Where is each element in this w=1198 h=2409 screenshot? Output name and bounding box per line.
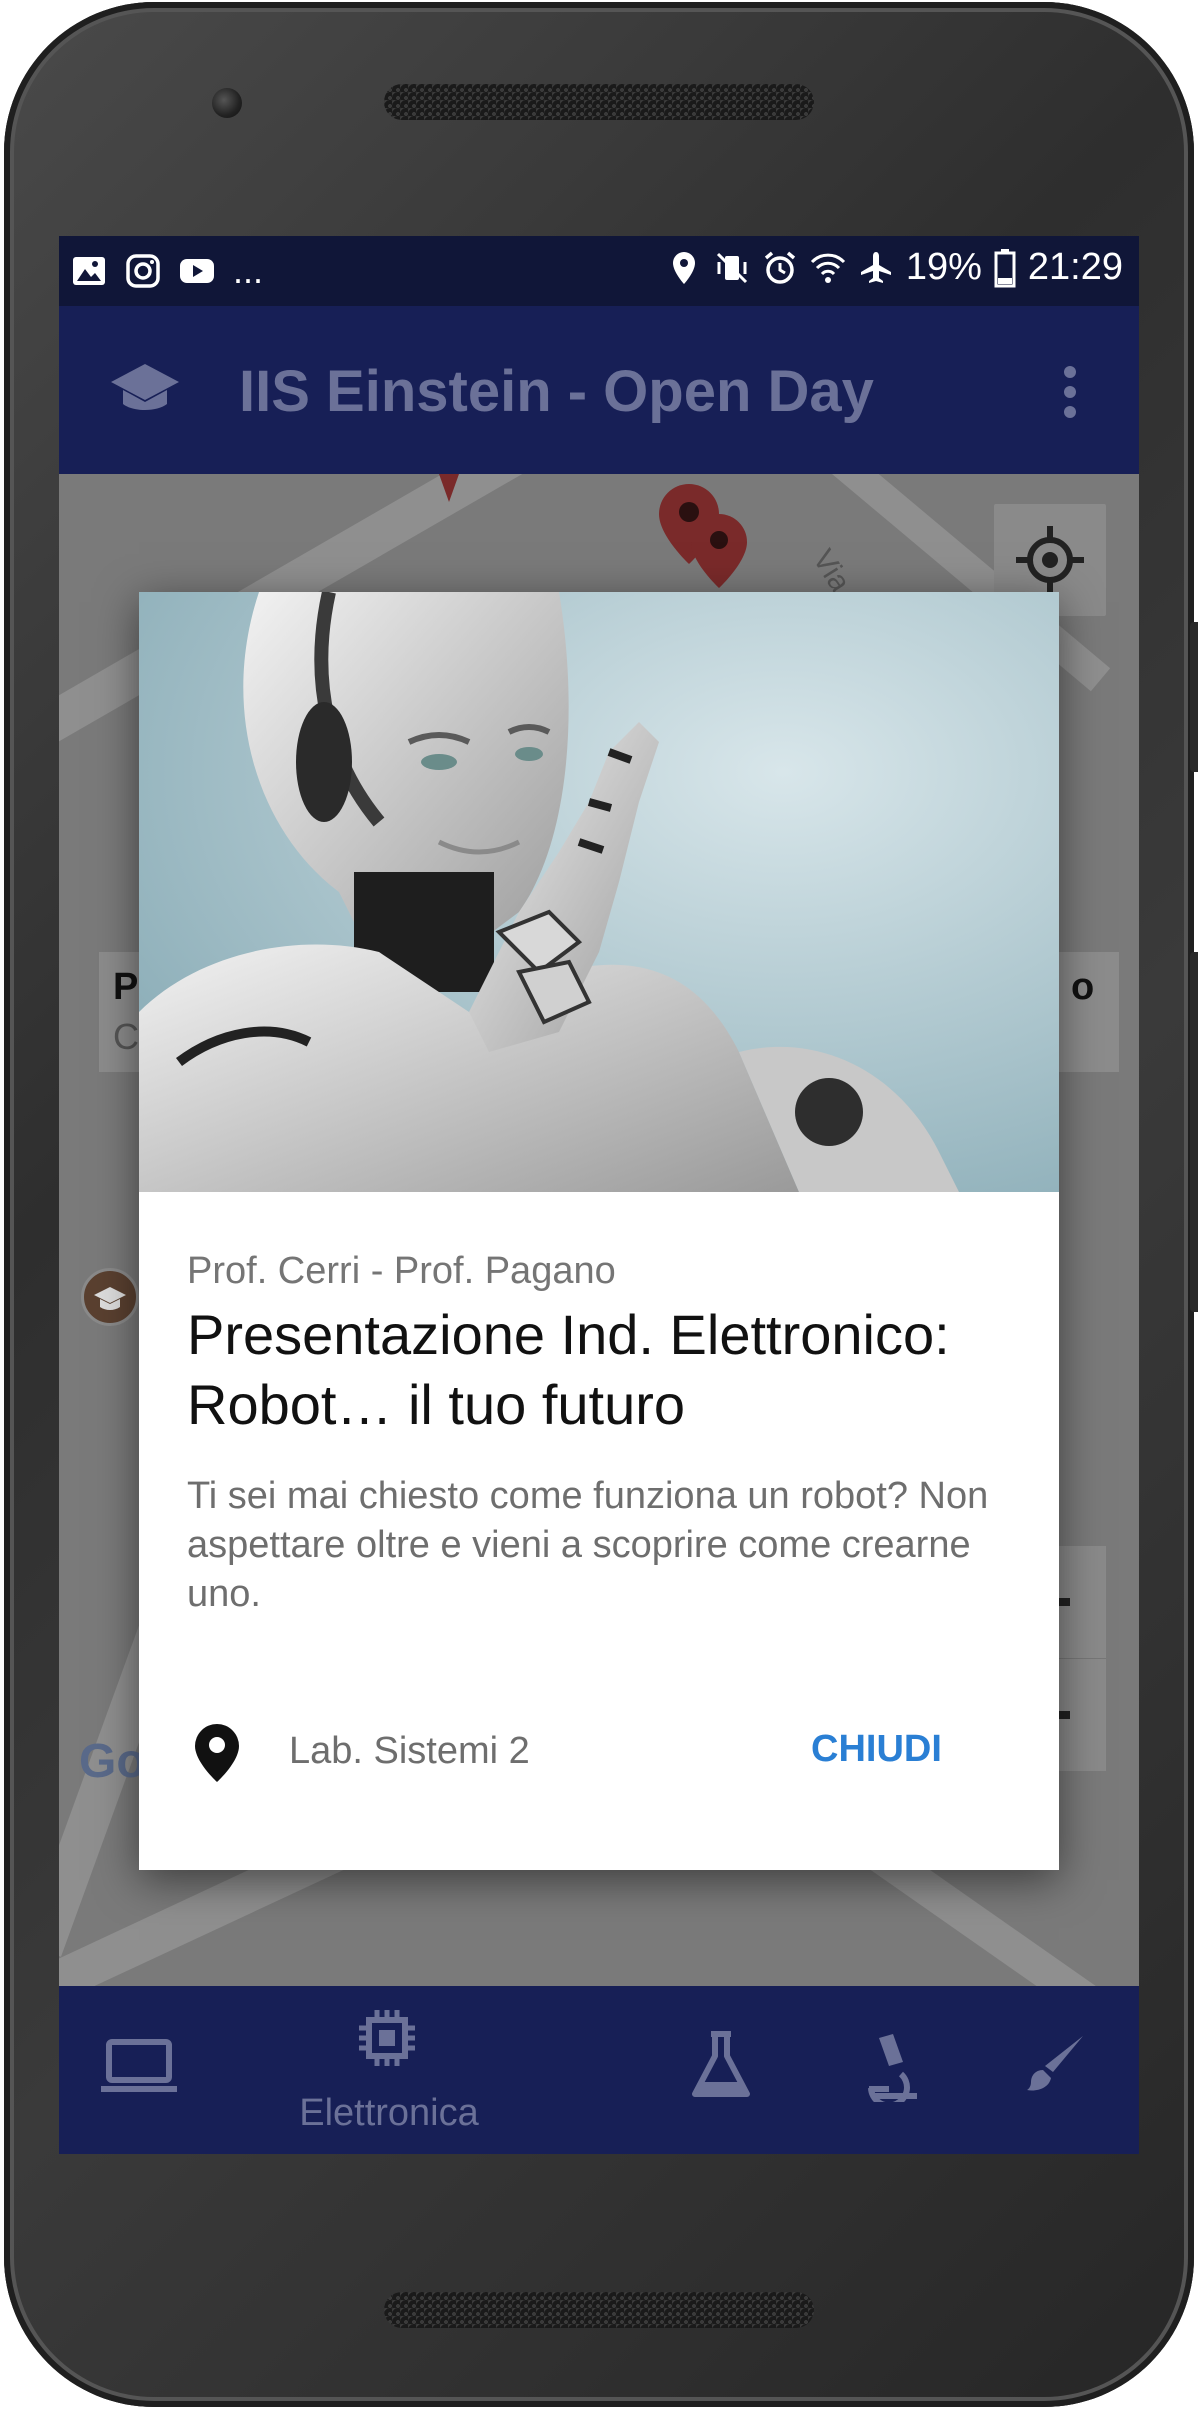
event-location: Lab. Sistemi 2 bbox=[289, 1730, 530, 1772]
robot-illustration bbox=[139, 592, 1059, 1192]
event-title: Presentazione Ind. Elettronico: Robot… i… bbox=[187, 1303, 950, 1436]
event-description: Ti sei mai chiesto come funziona un robo… bbox=[187, 1475, 989, 1615]
place-icon bbox=[195, 1724, 239, 1782]
bottom-speaker bbox=[384, 2292, 814, 2328]
phone-frame: Via P. Ra P bbox=[4, 2, 1198, 2407]
event-dialog: Prof. Cerri - Prof. Pagano Presentazione… bbox=[139, 592, 1059, 1870]
screen: Via P. Ra P bbox=[59, 236, 1139, 2154]
power-button bbox=[1190, 952, 1198, 1312]
event-speakers: Prof. Cerri - Prof. Pagano bbox=[187, 1250, 616, 1292]
front-camera bbox=[212, 88, 242, 118]
robot-image bbox=[139, 592, 1059, 1192]
close-button[interactable]: CHIUDI bbox=[811, 1728, 942, 1771]
volume-button bbox=[1190, 622, 1198, 772]
top-speaker bbox=[384, 84, 814, 120]
